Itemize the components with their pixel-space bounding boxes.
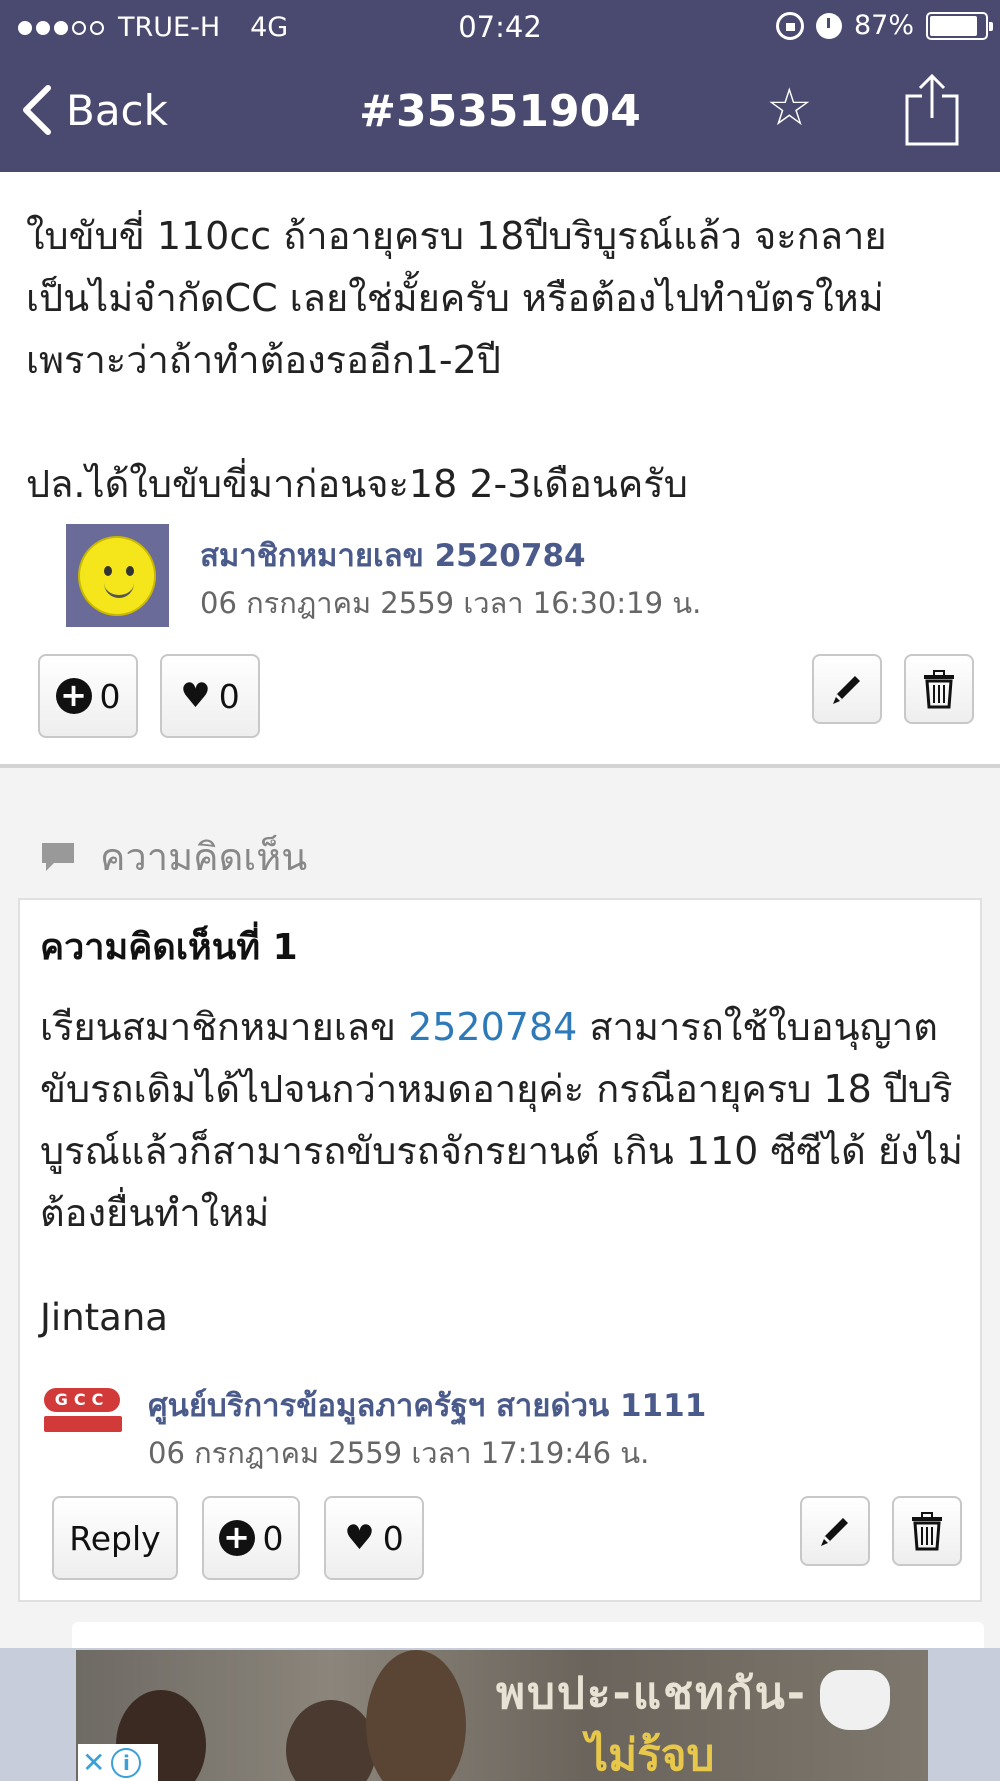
trash-icon	[924, 670, 954, 709]
top-bar: TRUE-H 4G 07:42 87% Back #35351904 ☆	[0, 0, 1000, 172]
plus-circle-icon: +	[55, 678, 92, 714]
post-heart-button[interactable]: ♥ 0	[160, 654, 260, 738]
post-body: ใบขับขี่ 110cc ถ้าอายุครบ 18ปีบริบูรณ์แล…	[26, 214, 887, 506]
post-delete-button[interactable]	[904, 654, 974, 724]
pencil-icon	[821, 1518, 848, 1546]
status-bar: TRUE-H 4G 07:42 87%	[0, 0, 1000, 56]
reply-button[interactable]: Reply	[52, 1496, 178, 1580]
comment-delete-button[interactable]	[892, 1496, 962, 1566]
plus-count: 0	[99, 676, 121, 716]
gcc-logo-letters: GCC	[44, 1388, 122, 1412]
ad-banner[interactable]: พบปะ-แชทกัน- ไม่ร้จบ	[76, 1650, 928, 1781]
share-icon[interactable]	[904, 72, 960, 148]
ad-headline: พบปะ-แชทกัน-	[496, 1668, 807, 1719]
heart-icon: ♥	[344, 1518, 375, 1558]
comment-body: เรียนสมาชิกหมายเลข 2520784 สามารถใช้ใบอน…	[40, 996, 970, 1244]
gcc-logo: GCC	[44, 1388, 122, 1442]
battery-fill	[930, 15, 977, 36]
app-mask-icon	[820, 1670, 890, 1730]
comment-edit-button[interactable]	[800, 1496, 870, 1566]
heart-icon: ♥	[180, 676, 211, 716]
alarm-icon	[815, 12, 842, 39]
heart-count: 0	[218, 676, 240, 716]
avatar[interactable]	[66, 524, 169, 627]
nav-bar: Back #35351904 ☆	[0, 60, 1000, 172]
comment-date: 06 กรกฎาคม 2559 เวลา 17:19:46 น.	[148, 1436, 650, 1470]
rotation-lock-icon	[775, 11, 804, 40]
post-edit-button[interactable]	[812, 654, 882, 724]
smiley-icon	[78, 536, 156, 616]
comment-author[interactable]: ศูนย์บริการข้อมูลภาครัฐฯ สายด่วน 1111	[148, 1380, 706, 1430]
post-author[interactable]: สมาชิกหมายเลข 2520784	[200, 530, 586, 580]
comments-header: ความคิดเห็น	[40, 826, 307, 887]
star-icon[interactable]: ☆	[766, 78, 813, 138]
battery-icon	[926, 11, 993, 40]
close-icon[interactable]: ✕	[82, 1746, 105, 1779]
comment-heart-button[interactable]: ♥ 0	[324, 1496, 424, 1580]
battery-percent: 87%	[853, 10, 914, 41]
trash-icon	[912, 1512, 942, 1551]
member-link[interactable]: 2520784	[408, 1005, 577, 1049]
info-icon[interactable]: i	[111, 1747, 142, 1778]
heart-count: 0	[382, 1518, 404, 1558]
reply-label: Reply	[69, 1518, 161, 1558]
comment-text: เรียนสมาชิกหมายเลข	[40, 1005, 409, 1049]
comments-header-label: ความคิดเห็น	[100, 835, 308, 879]
speech-bubble-icon	[42, 842, 74, 871]
plus-circle-icon: +	[218, 1520, 255, 1556]
comment-plus-button[interactable]: + 0	[202, 1496, 300, 1580]
comment-title: ความคิดเห็นที่ 1	[40, 927, 298, 968]
pencil-icon	[833, 676, 860, 704]
logo-bar	[44, 1416, 122, 1432]
ad-subline: ไม่ร้จบ	[586, 1730, 715, 1781]
ad-photo-person	[286, 1700, 376, 1781]
page-title: #35351904	[359, 86, 641, 137]
logo-text: GCC	[44, 1388, 120, 1412]
ad-photo-person	[366, 1650, 466, 1781]
comment-signature: Jintana	[40, 1296, 168, 1339]
plus-count: 0	[262, 1518, 284, 1558]
post-plus-button[interactable]: + 0	[38, 654, 138, 738]
status-right: 87%	[775, 10, 993, 41]
ad-choices[interactable]: ✕ i	[78, 1744, 158, 1781]
post-date: 06 กรกฎาคม 2559 เวลา 16:30:19 น.	[200, 586, 702, 620]
